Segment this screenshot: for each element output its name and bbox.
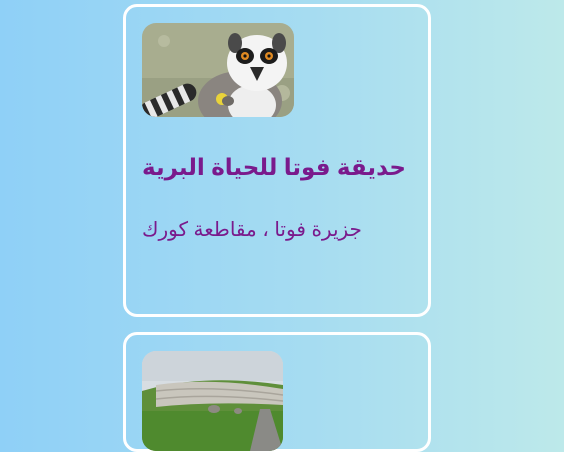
attraction-location: جزيرة فوتا ، مقاطعة كورك: [142, 219, 362, 241]
lemur-photo[interactable]: [142, 23, 294, 117]
stone-mound-landscape-photo[interactable]: [142, 351, 283, 451]
attraction-card[interactable]: حديقة فوتا للحياة البرية جزيرة فوتا ، مق…: [123, 4, 431, 317]
attraction-title[interactable]: حديقة فوتا للحياة البرية: [142, 154, 422, 181]
attraction-card[interactable]: [123, 332, 431, 452]
